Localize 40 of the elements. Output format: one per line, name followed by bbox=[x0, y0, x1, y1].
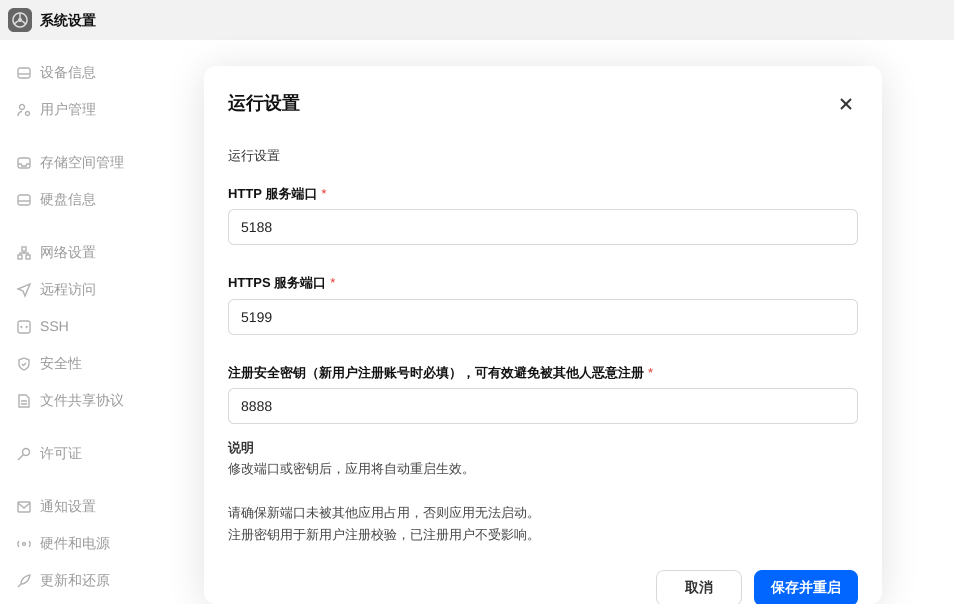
input-field[interactable]: 8888 bbox=[228, 388, 858, 424]
inbox-icon bbox=[16, 154, 32, 170]
sidebar-item[interactable]: 硬件和电源 bbox=[8, 525, 192, 562]
cancel-button[interactable]: 取消 bbox=[656, 570, 742, 604]
sidebar-item[interactable]: 存储空间管理 bbox=[8, 144, 192, 181]
send-icon bbox=[16, 282, 32, 298]
window-title: 系统设置 bbox=[40, 10, 96, 30]
input-field[interactable]: 5188 bbox=[228, 209, 858, 245]
document-icon bbox=[16, 392, 32, 408]
note-text: 注册密钥用于新用户注册校验，已注册用户不受影响。 bbox=[228, 526, 541, 544]
sidebar-item[interactable]: 安全性 bbox=[8, 345, 192, 382]
sidebar-item[interactable]: 硬盘信息 bbox=[8, 181, 192, 218]
save-restart-button[interactable]: 保存并重启 bbox=[754, 570, 858, 604]
section-label: 运行设置 bbox=[228, 147, 281, 165]
terminal-icon bbox=[16, 318, 32, 334]
field-label: HTTP 服务端口 * bbox=[228, 184, 328, 202]
field-label: 注册安全密钥（新用户注册账号时必填），可有效避免被其他人恶意注册 * bbox=[228, 364, 654, 382]
note-title: 说明 bbox=[228, 439, 255, 457]
sidebar-item[interactable]: 通知设置 bbox=[8, 488, 192, 525]
shield-icon bbox=[16, 356, 32, 372]
field-label: HTTPS 服务端口 * bbox=[228, 274, 336, 292]
mail-icon bbox=[16, 498, 32, 514]
sidebar-item[interactable]: SSH bbox=[8, 308, 192, 345]
network-icon bbox=[16, 244, 32, 260]
sidebar-item[interactable]: 许可证 bbox=[8, 435, 192, 472]
close-icon bbox=[840, 98, 852, 110]
sidebar-item[interactable]: 设备信息 bbox=[8, 54, 192, 91]
settings-app-icon bbox=[8, 8, 32, 32]
sidebar-item[interactable]: 更新和还原 bbox=[8, 562, 192, 599]
note-text: 请确保新端口未被其他应用占用，否则应用无法启动。 bbox=[228, 504, 541, 522]
sidebar-item[interactable]: 远程访问 bbox=[8, 271, 192, 308]
sidebar-item[interactable]: 用户管理 bbox=[8, 91, 192, 128]
dialog-title: 运行设置 bbox=[228, 92, 300, 115]
input-field[interactable]: 5199 bbox=[228, 298, 858, 334]
user-icon bbox=[16, 102, 32, 118]
drive-icon bbox=[16, 64, 32, 80]
note-text: 修改端口或密钥后，应用将自动重启生效。 bbox=[228, 460, 476, 478]
drive-icon bbox=[16, 192, 32, 208]
sidebar-item[interactable]: 网络设置 bbox=[8, 234, 192, 271]
sidebar-item[interactable]: 文件共享协议 bbox=[8, 382, 192, 419]
